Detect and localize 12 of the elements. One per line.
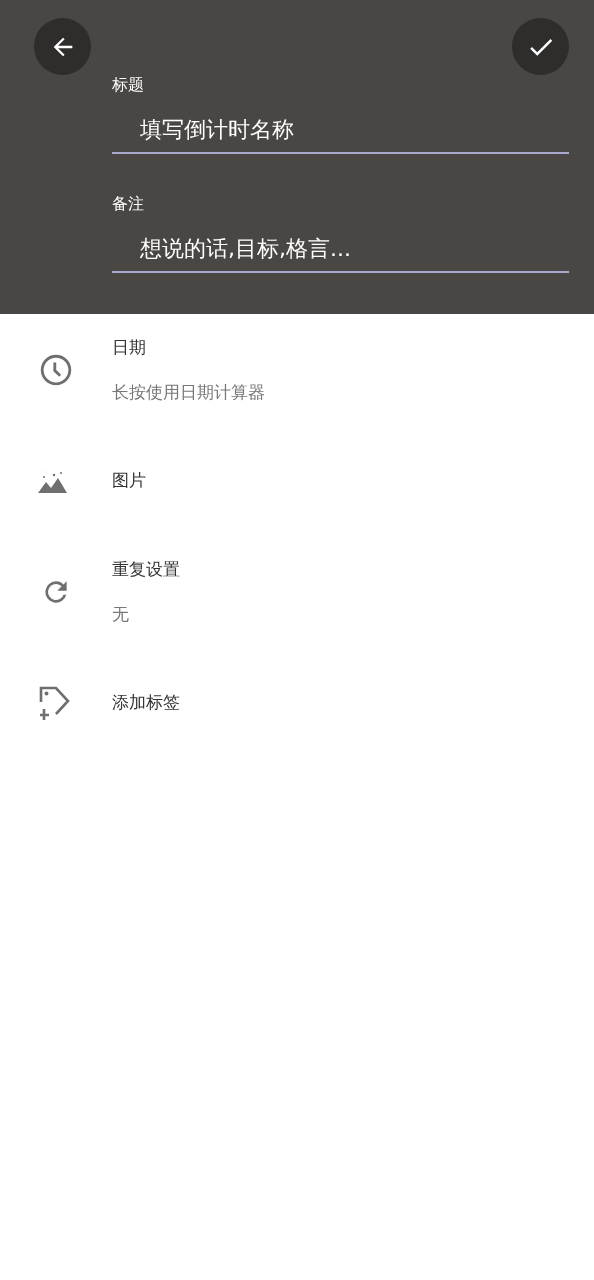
option-title[interactable]: 添加标签 bbox=[112, 691, 180, 714]
back-button[interactable] bbox=[34, 18, 91, 75]
input-field[interactable]: 填写倒计时名称 bbox=[112, 97, 569, 154]
option-title[interactable]: 图片 bbox=[112, 469, 146, 492]
input-field[interactable]: 想说的话,目标,格言... bbox=[112, 216, 569, 273]
field-label: 标题 bbox=[112, 74, 145, 96]
option-title[interactable]: 重复设置 bbox=[112, 557, 180, 581]
option-title[interactable]: 日期 bbox=[112, 335, 265, 359]
field-label: 备注 bbox=[112, 193, 145, 215]
option-subtitle: 无 bbox=[112, 602, 130, 626]
confirm-button[interactable] bbox=[512, 18, 569, 75]
option-subtitle: 长按使用日期计算器 bbox=[112, 380, 265, 404]
